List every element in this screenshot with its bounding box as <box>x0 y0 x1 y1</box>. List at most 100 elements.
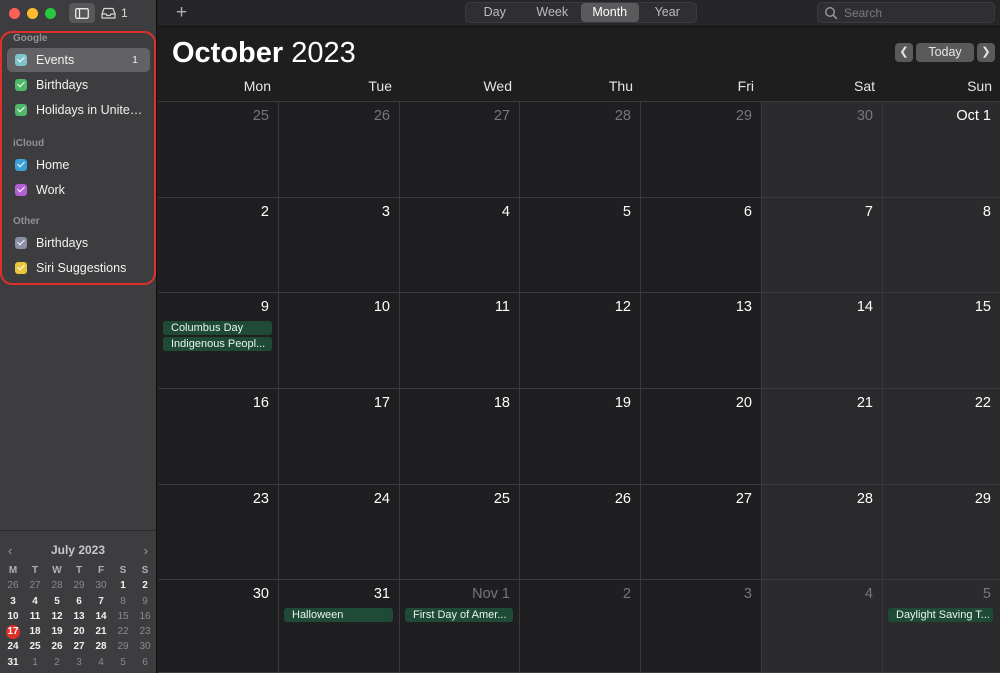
view-tab-week[interactable]: Week <box>524 3 582 22</box>
day-cell[interactable]: 30 <box>158 580 279 673</box>
mini-day[interactable]: 28 <box>90 639 112 654</box>
day-cell[interactable]: 2 <box>520 580 641 673</box>
day-cell[interactable]: 4 <box>400 198 520 293</box>
day-cell[interactable]: 12 <box>520 293 641 389</box>
day-cell[interactable]: 6 <box>641 198 762 293</box>
mini-day[interactable]: 28 <box>46 578 68 593</box>
day-cell[interactable]: 30 <box>762 102 883 198</box>
mini-day[interactable]: 9 <box>134 594 156 609</box>
day-cell[interactable]: 23 <box>158 485 279 580</box>
calendar-event[interactable]: First Day of Amer... <box>405 608 513 622</box>
calendar-item[interactable]: Home <box>7 153 150 177</box>
day-cell[interactable]: 11 <box>400 293 520 389</box>
calendar-checkbox[interactable] <box>15 237 27 249</box>
day-cell[interactable]: 21 <box>762 389 883 485</box>
mini-day[interactable]: 25 <box>24 639 46 654</box>
calendar-item[interactable]: Siri Suggestions <box>7 256 150 280</box>
mini-day[interactable]: 19 <box>46 624 68 639</box>
day-cell[interactable]: 18 <box>400 389 520 485</box>
mini-day[interactable]: 1 <box>112 578 134 593</box>
day-cell[interactable]: 25 <box>400 485 520 580</box>
mini-day[interactable]: 16 <box>134 609 156 624</box>
calendar-checkbox[interactable] <box>15 104 27 116</box>
previous-month-button[interactable]: ❮ <box>895 43 913 62</box>
day-cell[interactable]: 26 <box>520 485 641 580</box>
day-cell[interactable]: 14 <box>762 293 883 389</box>
mini-day[interactable]: 24 <box>2 639 24 654</box>
close-window-button[interactable] <box>9 8 20 19</box>
mini-day[interactable]: 2 <box>134 578 156 593</box>
mini-day[interactable]: 4 <box>90 655 112 670</box>
day-cell[interactable]: 15 <box>883 293 1000 389</box>
day-cell[interactable]: 13 <box>641 293 762 389</box>
mini-day[interactable]: 5 <box>112 655 134 670</box>
search-field[interactable] <box>817 2 995 23</box>
day-cell[interactable]: 5 Daylight Saving T... <box>883 580 1000 673</box>
day-cell[interactable]: Oct 1 <box>883 102 1000 198</box>
day-cell[interactable]: Nov 1 First Day of Amer... <box>400 580 520 673</box>
today-button[interactable]: Today <box>916 43 974 62</box>
mini-day[interactable]: 26 <box>46 639 68 654</box>
search-input[interactable] <box>844 5 984 20</box>
mini-day[interactable]: 4 <box>24 594 46 609</box>
day-cell[interactable]: 3 <box>641 580 762 673</box>
calendar-checkbox[interactable] <box>15 159 27 171</box>
day-cell[interactable]: 29 <box>883 485 1000 580</box>
next-month-button[interactable]: ❯ <box>977 43 995 62</box>
calendar-item[interactable]: Holidays in United... <box>7 98 150 122</box>
day-cell[interactable]: 5 <box>520 198 641 293</box>
maximize-window-button[interactable] <box>45 8 56 19</box>
mini-day[interactable]: 18 <box>24 624 46 639</box>
day-cell[interactable]: 25 <box>158 102 279 198</box>
view-tab-month[interactable]: Month <box>581 3 639 22</box>
view-tab-day[interactable]: Day <box>466 3 524 22</box>
mini-day[interactable]: 3 <box>68 655 90 670</box>
mini-day[interactable]: 30 <box>90 578 112 593</box>
mini-day[interactable]: 14 <box>90 609 112 624</box>
mini-day[interactable]: 31 <box>2 655 24 670</box>
mini-day[interactable]: 29 <box>112 639 134 654</box>
mini-day[interactable]: 30 <box>134 639 156 654</box>
calendar-item[interactable]: Events 1 <box>7 48 150 72</box>
mini-day[interactable]: 27 <box>24 578 46 593</box>
day-cell[interactable]: 17 <box>279 389 400 485</box>
day-cell[interactable]: 27 <box>641 485 762 580</box>
mini-day[interactable]: 6 <box>134 655 156 670</box>
inbox-button[interactable]: 1 <box>101 4 128 22</box>
calendar-checkbox[interactable] <box>15 79 27 91</box>
mini-day[interactable]: 8 <box>112 594 134 609</box>
day-cell[interactable]: 7 <box>762 198 883 293</box>
mini-day[interactable]: 26 <box>2 578 24 593</box>
mini-day[interactable]: 1 <box>24 655 46 670</box>
day-cell[interactable]: 24 <box>279 485 400 580</box>
day-cell[interactable]: 2 <box>158 198 279 293</box>
mini-day[interactable]: 6 <box>68 594 90 609</box>
mini-day[interactable]: 21 <box>90 624 112 639</box>
day-cell[interactable]: 26 <box>279 102 400 198</box>
mini-day[interactable]: 11 <box>24 609 46 624</box>
sidebar-toggle-button[interactable] <box>69 3 95 23</box>
calendar-event[interactable]: Halloween <box>284 608 393 622</box>
day-cell[interactable]: 27 <box>400 102 520 198</box>
day-cell[interactable]: 4 <box>762 580 883 673</box>
mini-day-today[interactable]: 17 <box>2 624 24 640</box>
day-cell[interactable]: 19 <box>520 389 641 485</box>
mini-next-month-button[interactable]: › <box>144 543 148 558</box>
calendar-item[interactable]: Birthdays <box>7 231 150 255</box>
mini-day[interactable]: 15 <box>112 609 134 624</box>
day-cell[interactable]: 16 <box>158 389 279 485</box>
day-cell[interactable]: 20 <box>641 389 762 485</box>
mini-day[interactable]: 27 <box>68 639 90 654</box>
calendar-checkbox[interactable] <box>15 54 27 66</box>
day-cell[interactable]: 8 <box>883 198 1000 293</box>
mini-day[interactable]: 22 <box>112 624 134 639</box>
day-cell[interactable]: 10 <box>279 293 400 389</box>
day-cell[interactable]: 22 <box>883 389 1000 485</box>
mini-day[interactable]: 13 <box>68 609 90 624</box>
day-cell[interactable]: 28 <box>520 102 641 198</box>
calendar-checkbox[interactable] <box>15 262 27 274</box>
day-cell[interactable]: 28 <box>762 485 883 580</box>
day-cell[interactable]: 9 Columbus Day Indigenous Peopl... <box>158 293 279 389</box>
mini-day[interactable]: 23 <box>134 624 156 639</box>
calendar-item[interactable]: Work <box>7 178 150 202</box>
